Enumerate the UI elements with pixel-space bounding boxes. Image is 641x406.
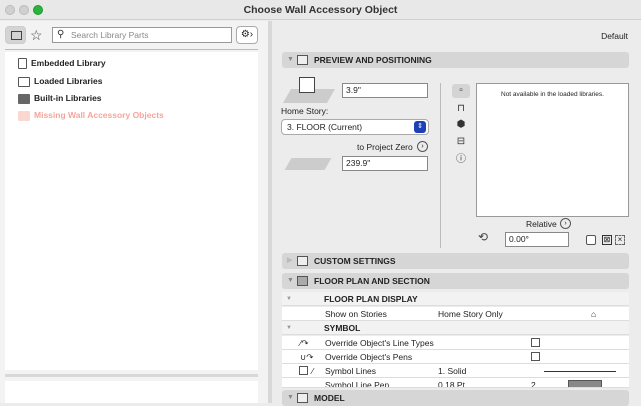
gear-icon: ⚙› — [240, 29, 254, 40]
panel-divider[interactable] — [268, 21, 272, 403]
chevron-updown-icon: ⇕ — [414, 121, 426, 133]
library-folder-icon — [18, 76, 30, 87]
mirror-icon[interactable]: ⊠ — [602, 235, 612, 245]
separator — [5, 49, 258, 50]
home-story-label: Home Story: — [281, 106, 329, 116]
cube-icon: ⬢ — [456, 119, 466, 130]
window-title: Choose Wall Accessory Object — [243, 4, 398, 16]
elevation-icon: ⊟ — [456, 136, 466, 147]
default-label: Default — [601, 31, 628, 41]
project-zero-button[interactable]: › — [417, 141, 428, 152]
close-button[interactable] — [5, 5, 15, 15]
pen-color-swatch[interactable] — [568, 380, 602, 387]
object-height-icon — [282, 75, 336, 105]
title-bar: Choose Wall Accessory Object — [0, 0, 641, 20]
document-icon — [18, 58, 27, 70]
project-zero-label: to Project Zero — [357, 142, 413, 152]
library-item-missing[interactable]: Missing Wall Accessory Objects — [18, 109, 164, 121]
separator — [440, 83, 441, 248]
line-type-icon: ⁄↷ — [300, 338, 309, 348]
folder-view-button[interactable] — [5, 26, 26, 44]
line-icon: ⁄ — [312, 366, 314, 376]
row-override-pens[interactable]: ∪↷ Override Object's Pens — [282, 350, 629, 364]
plan-view-button[interactable]: ▫ — [452, 84, 470, 98]
floor-plan-icon — [297, 276, 308, 286]
3d-view-button[interactable]: ⬢ — [452, 118, 470, 132]
preview-box: Not available in the loaded libraries. — [476, 83, 629, 217]
rotation-angle-icon: ⟲ — [478, 230, 489, 244]
library-item-loaded[interactable]: Loaded Libraries — [18, 75, 103, 87]
search-icon: ⚲ — [57, 29, 65, 40]
height-input[interactable]: 3.9" — [342, 83, 428, 98]
story-icon: ⌂ — [591, 309, 597, 319]
elevation-icon — [284, 158, 332, 170]
zoom-button[interactable] — [33, 5, 43, 15]
mirror-checkbox[interactable] — [586, 235, 596, 245]
library-item-builtin[interactable]: Built-in Libraries — [18, 92, 102, 104]
home-story-select[interactable]: 3. FLOOR (Current) ⇕ — [281, 119, 429, 135]
group-floor-plan-display[interactable]: ▼ FLOOR PLAN DISPLAY — [282, 292, 629, 306]
info-button[interactable]: ⓘ — [452, 153, 470, 167]
section-icon: ⊓ — [457, 103, 465, 114]
minimize-button[interactable] — [19, 5, 29, 15]
mirror-dashed-icon[interactable]: × — [615, 235, 625, 245]
symbol-lines-checkbox[interactable] — [299, 366, 308, 375]
folder-icon — [11, 31, 22, 40]
custom-settings-icon — [297, 256, 308, 266]
folder-icon — [18, 110, 30, 121]
settings-gear-button[interactable]: ⚙› — [236, 26, 258, 44]
model-icon — [297, 393, 308, 403]
pane-splitter[interactable] — [5, 374, 258, 377]
favorites-star-icon[interactable]: ☆ — [30, 27, 43, 43]
preview-icon — [297, 55, 308, 65]
override-line-types-checkbox[interactable] — [531, 338, 540, 347]
plan-icon: ▫ — [459, 85, 463, 96]
elevation-view-button[interactable]: ⊟ — [452, 135, 470, 149]
info-icon: ⓘ — [456, 154, 466, 165]
override-pens-checkbox[interactable] — [531, 352, 540, 361]
relative-button[interactable]: › — [560, 218, 571, 229]
relative-label: Relative — [526, 219, 557, 229]
library-item-embedded[interactable]: Embedded Library — [18, 57, 106, 70]
section-custom-settings[interactable]: ▶ CUSTOM SETTINGS — [282, 253, 629, 269]
section-model[interactable]: ▼ MODEL — [282, 390, 629, 406]
angle-input[interactable]: 0.00° — [505, 232, 569, 247]
group-symbol[interactable]: ▼ SYMBOL — [282, 321, 629, 335]
row-symbol-lines[interactable]: ⁄ Symbol Lines 1. Solid — [282, 364, 629, 378]
row-show-on-stories[interactable]: Show on Stories Home Story Only ⌂ — [282, 307, 629, 321]
elevation-input[interactable]: 239.9" — [342, 156, 428, 171]
search-input[interactable]: ⚲ Search Library Parts — [52, 27, 232, 43]
row-symbol-line-pen[interactable]: Symbol Line Pen 0.18 Pt 2 — [282, 378, 629, 388]
preview-message: Not available in the loaded libraries. — [501, 91, 604, 98]
folder-icon — [18, 93, 30, 104]
section-preview-positioning[interactable]: ▼ PREVIEW AND POSITIONING — [282, 52, 629, 68]
row-override-line-types[interactable]: ⁄↷ Override Object's Line Types — [282, 336, 629, 350]
info-panel — [5, 381, 258, 403]
line-type-preview — [544, 371, 616, 372]
pen-icon: ∪↷ — [300, 352, 314, 362]
section-view-button[interactable]: ⊓ — [452, 102, 470, 116]
section-floor-plan[interactable]: ▼ FLOOR PLAN AND SECTION — [282, 273, 629, 289]
